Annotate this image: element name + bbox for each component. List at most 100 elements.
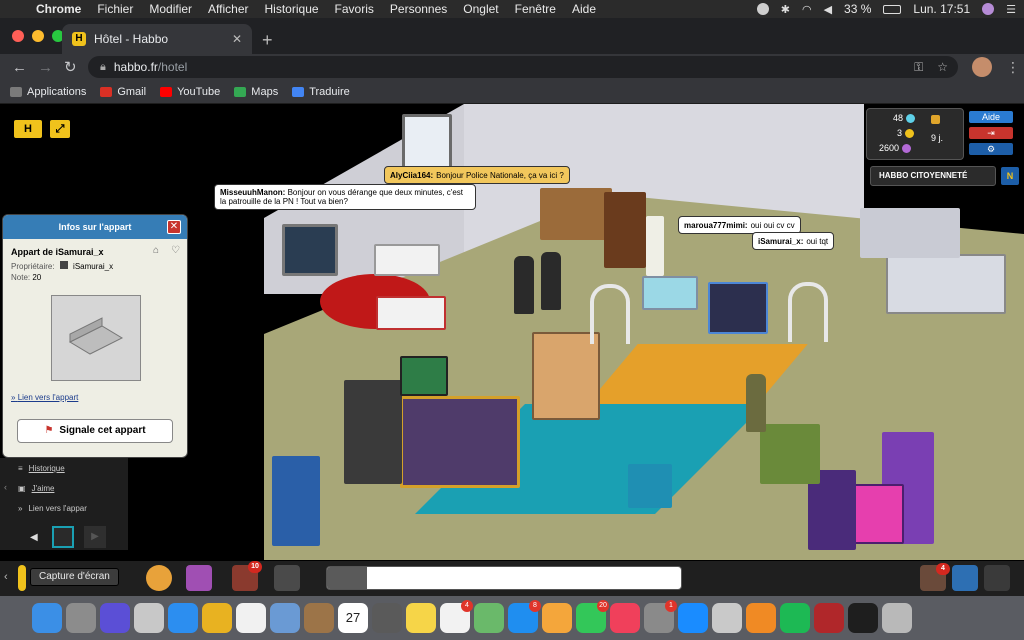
launchpad-icon[interactable] xyxy=(134,603,164,633)
more-icon[interactable] xyxy=(984,565,1010,591)
bookmark-star-icon[interactable]: ☆ xyxy=(937,60,948,75)
avatar-police-2[interactable] xyxy=(541,252,561,310)
menu-app-chrome[interactable]: Chrome xyxy=(36,2,81,16)
kitchen-cabinet-furni[interactable] xyxy=(860,208,960,258)
glass-table-furni[interactable] xyxy=(642,276,698,310)
history-item[interactable]: ≡ Historique xyxy=(18,464,65,473)
portable-toilet-furni[interactable] xyxy=(272,456,320,546)
clock[interactable]: Lun. 17:51 xyxy=(913,2,970,16)
menu-personnes[interactable]: Personnes xyxy=(390,2,447,16)
exit-button[interactable]: ⇥ xyxy=(968,126,1014,140)
preview-icon[interactable] xyxy=(270,603,300,633)
terminal-icon[interactable] xyxy=(848,603,878,633)
report-room-button[interactable]: ⚑ Signale cet appart xyxy=(17,419,173,443)
dining-table-furni[interactable] xyxy=(886,254,1006,314)
collapse-arrow-icon[interactable]: ‹ xyxy=(4,482,7,492)
room-link-item[interactable]: » Lien vers l'appar xyxy=(18,504,87,513)
speaker-furni[interactable] xyxy=(604,192,646,268)
heart-icon[interactable]: ♡ xyxy=(171,245,180,256)
new-tab-button[interactable]: + xyxy=(262,30,273,51)
disk-utility-icon[interactable] xyxy=(712,603,742,633)
profile-avatar[interactable] xyxy=(972,57,992,77)
room-link[interactable]: » Lien vers l'appart xyxy=(11,393,78,402)
fullscreen-button[interactable]: ⤢ xyxy=(48,118,72,140)
maps-icon[interactable] xyxy=(474,603,504,633)
screenshot-icon[interactable] xyxy=(66,603,96,633)
menu-fichier[interactable]: Fichier xyxy=(97,2,133,16)
neon-shelf-furni[interactable] xyxy=(708,282,768,334)
room-info-header[interactable]: Infos sur l'appart ✕ xyxy=(3,215,187,239)
bluetooth-icon[interactable]: ✱ xyxy=(781,3,790,16)
citizenship-bar[interactable]: HABBO CITOYENNETÉ xyxy=(870,166,996,186)
bookshelf-furni[interactable] xyxy=(532,332,600,420)
calculator-icon[interactable] xyxy=(372,603,402,633)
reload-icon[interactable]: ↻ xyxy=(64,58,78,76)
flower-cart-furni[interactable] xyxy=(760,424,820,484)
skeleton-furni[interactable] xyxy=(646,216,664,276)
notes-brown-icon[interactable] xyxy=(304,603,334,633)
messenger-icon[interactable]: 8 xyxy=(508,600,541,633)
menu-fenetre[interactable]: Fenêtre xyxy=(515,2,556,16)
white-sofa-1[interactable] xyxy=(374,244,440,276)
key-icon[interactable]: ⚿ xyxy=(914,60,923,75)
menu-aide[interactable]: Aide xyxy=(572,2,596,16)
avatar-police-1[interactable] xyxy=(514,256,534,314)
siri-icon[interactable] xyxy=(100,603,130,633)
chrome-menu-icon[interactable]: ⋮ xyxy=(1006,59,1020,76)
camera-icon[interactable] xyxy=(274,565,300,591)
prev-arrow-icon[interactable]: ◀ xyxy=(30,532,38,543)
bookmark-maps[interactable]: Maps xyxy=(234,86,278,98)
white-arch-furni[interactable] xyxy=(590,284,630,344)
chrome-icon[interactable] xyxy=(202,603,232,633)
catalog-icon[interactable] xyxy=(186,565,212,591)
hotel-view-button[interactable]: H xyxy=(12,118,44,140)
volume-icon[interactable]: ◀ xyxy=(824,3,832,16)
close-tab-icon[interactable]: ✕ xyxy=(232,32,242,46)
bookmark-gmail[interactable]: Gmail xyxy=(100,86,146,98)
bookmark-applications[interactable]: Applications xyxy=(10,86,86,98)
facetime-icon[interactable]: 20 xyxy=(576,600,609,633)
piano-furni[interactable] xyxy=(540,188,612,240)
calendar-icon[interactable]: 27 xyxy=(338,603,368,633)
app-store-icon[interactable] xyxy=(678,603,708,633)
music-icon[interactable] xyxy=(610,603,640,633)
close-icon[interactable]: ✕ xyxy=(167,220,181,234)
next-arrow-icon[interactable]: ▶ xyxy=(84,526,106,548)
builder-icon[interactable] xyxy=(146,565,172,591)
bookmark-youtube[interactable]: YouTube xyxy=(160,86,220,98)
photos-icon[interactable] xyxy=(542,603,572,633)
address-bar[interactable]: 🔒︎ habbo.fr/hotel ⚿ ☆ xyxy=(88,56,958,78)
chat-style-selector[interactable] xyxy=(327,567,367,589)
television-furni[interactable] xyxy=(282,224,338,276)
home-icon[interactable]: ⌂ xyxy=(153,245,159,256)
chat-bubble-alyciia164[interactable]: AlyCiia164: Bonjour Police Nationale, ça … xyxy=(384,166,570,184)
wardrobe-furni[interactable] xyxy=(344,380,402,484)
menu-modifier[interactable]: Modifier xyxy=(149,2,192,16)
back-arrow-icon[interactable]: ← xyxy=(12,59,27,76)
menu-favoris[interactable]: Favoris xyxy=(335,2,374,16)
forward-arrow-icon[interactable]: → xyxy=(38,59,53,76)
habbo-game-canvas[interactable]: H ⤢ AlyCiia164: Bonjour Police Nationale,… xyxy=(0,104,1024,596)
menu-onglet[interactable]: Onglet xyxy=(463,2,498,16)
chat-bubble-misseuuhmanon[interactable]: MisseuuhManon: Bonjour on vous dérange q… xyxy=(214,184,476,210)
finder-icon[interactable] xyxy=(32,603,62,633)
trash-icon[interactable] xyxy=(882,603,912,633)
chat-input[interactable] xyxy=(326,566,682,590)
white-arch-2-furni[interactable] xyxy=(788,282,828,342)
battery-percent[interactable]: 33 % xyxy=(844,2,871,16)
notes-icon[interactable] xyxy=(406,603,436,633)
settings-gear-icon[interactable]: ⚙ xyxy=(968,142,1014,156)
chat-bubble-isamurai[interactable]: iSamurai_x: oui tqt xyxy=(752,232,835,250)
document-icon[interactable] xyxy=(236,603,266,633)
menu-afficher[interactable]: Afficher xyxy=(208,2,248,16)
painting-furni[interactable] xyxy=(400,356,448,396)
avatar-isamurai[interactable] xyxy=(746,374,766,432)
wifi-icon[interactable]: ◠ xyxy=(802,3,812,16)
books-icon[interactable] xyxy=(746,603,776,633)
menu-historique[interactable]: Historique xyxy=(265,2,319,16)
bookmark-traduire[interactable]: Traduire xyxy=(292,86,350,98)
bed-furni[interactable] xyxy=(400,396,520,488)
minimize-window-button[interactable] xyxy=(32,30,44,42)
blue-chair-furni[interactable] xyxy=(628,464,672,508)
citizenship-icon[interactable]: N xyxy=(1000,166,1020,186)
